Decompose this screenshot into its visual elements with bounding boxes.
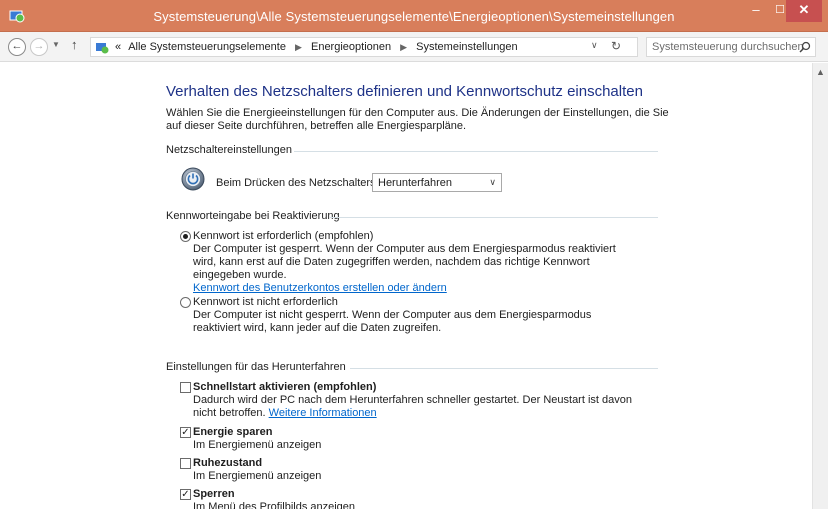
divider [294,151,658,152]
section-heading: Netzschaltereinstellungen [166,144,292,156]
hibernate-description: Im Energiemenü anzeigen [193,470,322,482]
change-password-link[interactable]: Kennwort des Benutzerkontos erstellen od… [193,282,447,294]
power-button-action-select[interactable]: Herunterfahren ∨ [372,173,502,192]
content-pane: Verhalten des Netzschalters definieren u… [0,63,812,509]
minimize-button[interactable]: – [744,0,768,22]
more-info-link[interactable]: Weitere Informationen [269,407,377,419]
password-not-required-label[interactable]: Kennwort ist nicht erforderlich [193,296,338,308]
back-button[interactable]: ← [8,38,26,56]
lock-label[interactable]: Sperren [193,488,235,500]
divider [330,217,658,218]
password-required-description: Der Computer ist gesperrt. Wenn der Comp… [193,243,638,295]
fast-startup-description: Dadurch wird der PC nach dem Herunterfah… [193,394,638,420]
chevron-right-icon[interactable]: ▶ [295,42,302,52]
lock-description: Im Menü des Profilbilds anzeigen [193,501,356,509]
chevron-down-icon[interactable]: ∨ [591,40,598,51]
search-icon[interactable] [799,41,811,53]
refresh-icon[interactable]: ↻ [611,39,621,53]
breadcrumb: « Alle Systemsteuerungselemente ▶ Energi… [115,41,518,53]
control-panel-icon [96,43,109,54]
energy-save-checkbox[interactable]: ✓ [180,427,191,438]
password-not-required-description: Der Computer ist nicht gesperrt. Wenn de… [193,309,592,334]
hibernate-label[interactable]: Ruhezustand [193,457,262,469]
page-title: Verhalten des Netzschalters definieren u… [166,83,643,100]
divider [350,368,658,369]
power-button-label: Beim Drücken des Netzschalters: [216,177,379,189]
hibernate-checkbox[interactable] [180,458,191,469]
close-button[interactable]: ✕ [786,0,822,22]
page-intro: Wählen Sie die Energieeinstellungen für … [166,107,669,132]
select-value: Herunterfahren [378,177,452,189]
address-field[interactable]: « Alle Systemsteuerungselemente ▶ Energi… [90,37,638,57]
fast-startup-label[interactable]: Schnellstart aktivieren (empfohlen) [193,381,376,393]
scroll-up-icon[interactable]: ▲ [816,67,825,77]
up-button[interactable]: ↑ [71,37,78,52]
password-not-required-radio[interactable] [180,297,191,308]
password-required-text: Der Computer ist gesperrt. Wenn der Comp… [193,243,616,281]
password-required-label[interactable]: Kennwort ist erforderlich (empfohlen) [193,230,373,242]
search-input[interactable]: Systemsteuerung durchsuchen [646,37,816,57]
breadcrumb-item[interactable]: Systemeinstellungen [416,41,518,53]
chevron-down-icon: ∨ [489,177,496,187]
fast-startup-text: Dadurch wird der PC nach dem Herunterfah… [193,394,632,419]
section-heading: Kennworteingabe bei Reaktivierung [166,210,340,222]
section-heading: Einstellungen für das Herunterfahren [166,361,346,373]
chevron-right-icon[interactable]: ▶ [400,42,407,52]
recent-pages-dropdown[interactable]: ▼ [52,40,60,49]
energy-save-label[interactable]: Energie sparen [193,426,272,438]
forward-button[interactable]: → [30,38,48,56]
title-bar: Systemsteuerung\Alle Systemsteuerungsele… [0,0,828,32]
lock-checkbox[interactable]: ✓ [180,489,191,500]
password-required-radio[interactable] [180,231,191,242]
vertical-scrollbar[interactable]: ▲ [812,63,828,509]
power-button-icon [181,167,205,191]
window-title: Systemsteuerung\Alle Systemsteuerungsele… [153,9,675,24]
energy-save-description: Im Energiemenü anzeigen [193,439,322,451]
fast-startup-checkbox[interactable] [180,382,191,393]
breadcrumb-item[interactable]: Energieoptionen [311,41,391,53]
breadcrumb-item[interactable]: Alle Systemsteuerungselemente [128,41,286,53]
breadcrumb-overflow[interactable]: « [115,41,121,53]
navigation-bar: ← → ▼ ↑ « Alle Systemsteuerungselemente … [0,32,828,62]
search-placeholder: Systemsteuerung durchsuchen [652,41,804,53]
